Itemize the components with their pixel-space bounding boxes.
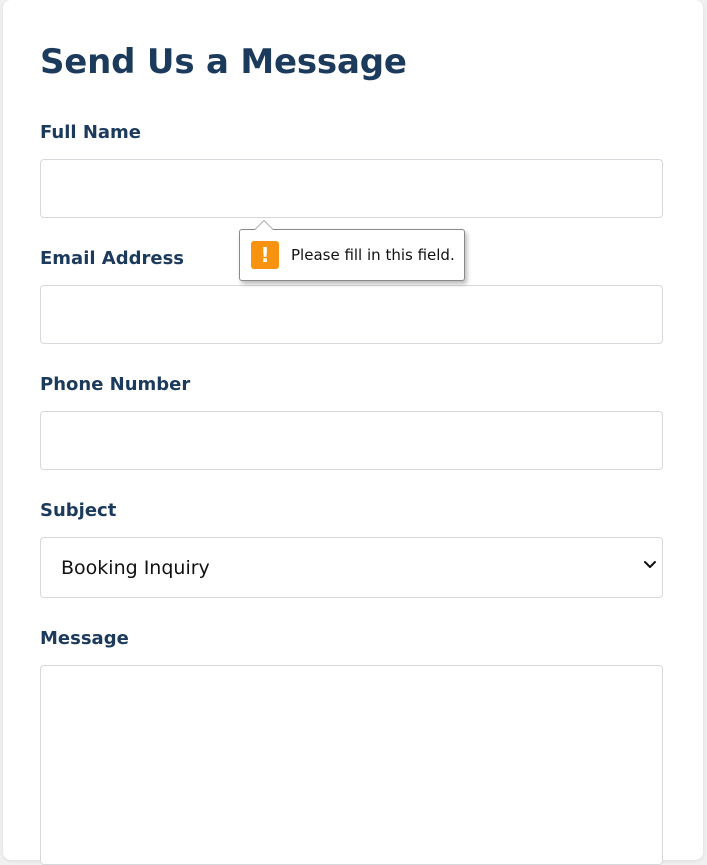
tooltip-arrow bbox=[254, 220, 274, 230]
subject-label: Subject bbox=[40, 500, 117, 521]
full-name-input[interactable] bbox=[40, 159, 663, 218]
chevron-down-icon bbox=[644, 561, 656, 568]
phone-input[interactable] bbox=[40, 411, 663, 470]
subject-select[interactable]: Booking Inquiry bbox=[40, 537, 663, 598]
full-name-label: Full Name bbox=[40, 122, 141, 143]
warning-icon: ! bbox=[251, 241, 279, 269]
phone-label: Phone Number bbox=[40, 374, 191, 395]
contact-form-card: Send Us a Message Full Name Email Addres… bbox=[3, 0, 703, 865]
message-label: Message bbox=[40, 628, 129, 649]
form-title: Send Us a Message bbox=[40, 42, 407, 82]
validation-tooltip: ! Please fill in this field. bbox=[239, 220, 465, 281]
email-label: Email Address bbox=[40, 248, 185, 269]
email-input[interactable] bbox=[40, 285, 663, 344]
subject-selected-value: Booking Inquiry bbox=[61, 556, 210, 579]
validation-message: Please fill in this field. bbox=[291, 246, 455, 264]
message-textarea[interactable] bbox=[40, 665, 663, 865]
